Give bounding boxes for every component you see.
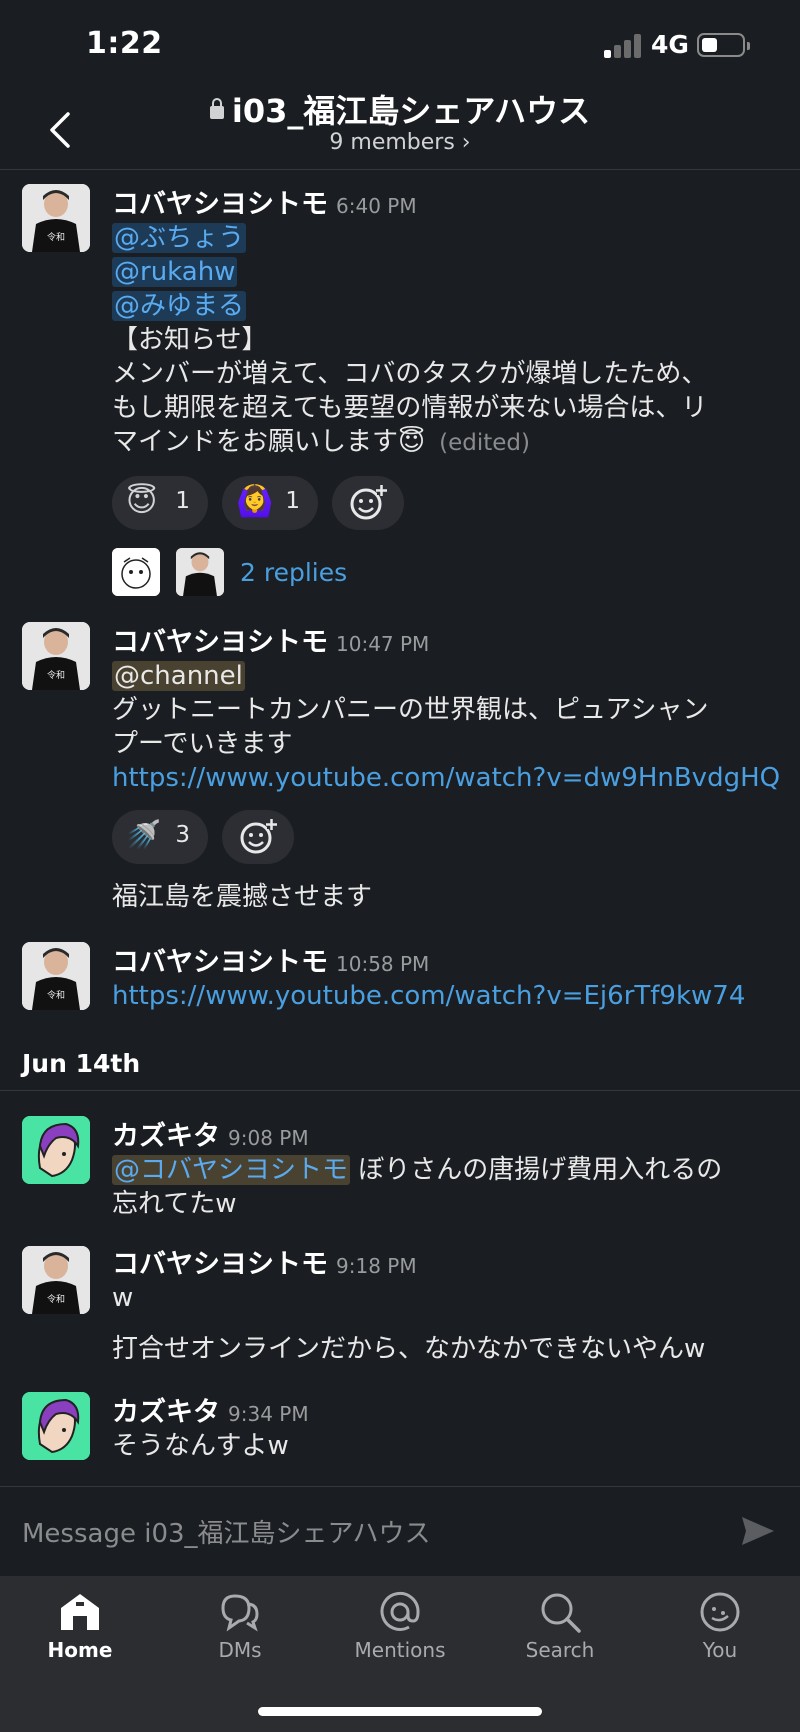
message-text: 福江島を震撼させます: [112, 882, 373, 912]
emoji-person-icon: 🙆‍♀️: [236, 484, 274, 519]
tab-search[interactable]: Search: [500, 1590, 620, 1662]
user-mention[interactable]: @rukahw: [112, 257, 238, 287]
svg-text:令和: 令和: [47, 231, 65, 243]
tab-you[interactable]: You: [660, 1590, 780, 1662]
you-icon: [700, 1592, 740, 1632]
replier-avatar: [176, 548, 224, 596]
lock-icon: [209, 98, 224, 119]
channel-title[interactable]: i03_福江島シェアハウス: [0, 86, 800, 132]
date-label: Jun 14th: [22, 1049, 141, 1078]
youtube-link[interactable]: https://www.youtube.com/watch?v=dw9HnBvd…: [112, 761, 782, 795]
dms-icon: [221, 1594, 259, 1632]
emoji-shower-icon: 🚿: [126, 818, 161, 851]
tab-label: DMs: [218, 1638, 262, 1662]
svg-text:令和: 令和: [47, 669, 65, 681]
replies-link[interactable]: 2 replies: [240, 558, 347, 587]
message-text: もし期限を超えても要望の情報が来ない場合は、リ: [112, 393, 708, 423]
author-name[interactable]: コバヤシヨシトモ: [112, 189, 328, 220]
avatar[interactable]: 令和: [22, 622, 90, 690]
avatar[interactable]: 令和: [22, 1246, 90, 1314]
network-type: 4G: [651, 30, 689, 59]
tab-label: Mentions: [354, 1638, 446, 1662]
channel-header: i03_福江島シェアハウス 9 members ›: [0, 80, 800, 170]
members-link[interactable]: 9 members ›: [0, 130, 800, 155]
message-text: ぼりさんの唐揚げ費用入れるの: [350, 1155, 723, 1185]
author-name[interactable]: コバヤシヨシトモ: [112, 1249, 328, 1280]
reaction-count: 1: [285, 488, 300, 514]
tab-label: Home: [47, 1638, 113, 1662]
timestamp: 9:34 PM: [228, 1402, 309, 1426]
date-divider: Jun 14th: [0, 1043, 800, 1091]
user-mention[interactable]: @ぶちょう: [112, 223, 247, 253]
message-text: 打合せオンラインだから、なかなかできないやんw: [112, 1334, 706, 1364]
tab-label: Search: [525, 1638, 595, 1662]
message-text: メンバーが増えて、コバのタスクが爆増したため、: [112, 359, 708, 389]
message-text: w: [112, 1283, 134, 1313]
at-icon: [380, 1591, 420, 1631]
battery-icon: [697, 33, 750, 57]
message-text: マインドをお願いします😇: [112, 427, 426, 457]
user-mention[interactable]: @みゆまる: [112, 291, 247, 321]
svg-text:令和: 令和: [47, 1293, 65, 1305]
reaction-pill[interactable]: 🙆‍♀️ 1: [222, 476, 318, 530]
author-name[interactable]: カズキタ: [112, 1397, 220, 1428]
replier-avatar: [112, 548, 160, 596]
channel-name: i03_福江島シェアハウス: [231, 92, 591, 130]
tab-home[interactable]: Home: [20, 1590, 140, 1662]
svg-text:令和: 令和: [47, 989, 65, 1001]
home-indicator[interactable]: [258, 1707, 542, 1716]
reaction-pill[interactable]: 🚿 3: [112, 810, 208, 864]
timestamp: 10:47 PM: [336, 632, 430, 656]
reaction-count: 1: [175, 488, 190, 514]
status-time: 1:22: [86, 26, 163, 61]
avatar[interactable]: [22, 1116, 90, 1184]
tab-mentions[interactable]: Mentions: [340, 1590, 460, 1662]
message-composer[interactable]: Message i03_福江島シェアハウス: [0, 1486, 800, 1576]
avatar[interactable]: [22, 1392, 90, 1460]
tab-dms[interactable]: DMs: [180, 1590, 300, 1662]
add-reaction-icon: [240, 819, 277, 854]
message-text: グットニートカンパニーの世界観は、ピュアシャン: [112, 695, 709, 725]
timestamp: 10:58 PM: [336, 952, 430, 976]
author-name[interactable]: コバヤシヨシトモ: [112, 627, 328, 658]
message-input[interactable]: Message i03_福江島シェアハウス: [22, 1513, 431, 1550]
add-reaction-icon: [350, 485, 387, 520]
search-icon: [541, 1593, 581, 1633]
status-bar: 1:22 4G: [0, 0, 800, 88]
timestamp: 6:40 PM: [336, 194, 417, 218]
edited-label: (edited): [439, 430, 530, 456]
send-icon[interactable]: [738, 1511, 778, 1551]
youtube-link[interactable]: https://www.youtube.com/watch?v=Ej6rTf9k…: [112, 979, 782, 1013]
emoji-halo-icon: 😇: [126, 484, 158, 519]
timestamp: 9:18 PM: [336, 1254, 417, 1278]
avatar[interactable]: 令和: [22, 184, 90, 252]
avatar[interactable]: 令和: [22, 942, 90, 1010]
author-name[interactable]: コバヤシヨシトモ: [112, 947, 328, 978]
author-name[interactable]: カズキタ: [112, 1121, 220, 1152]
signal-icon: [604, 34, 644, 58]
message-text: プーでいきます: [112, 729, 293, 759]
timestamp: 9:08 PM: [228, 1126, 309, 1150]
add-reaction-button[interactable]: [222, 810, 294, 864]
reaction-pill[interactable]: 😇 1: [112, 476, 208, 530]
message-text: そうなんすよw: [112, 1431, 289, 1461]
add-reaction-button[interactable]: [332, 476, 404, 530]
reaction-count: 3: [175, 822, 190, 848]
home-icon: [61, 1594, 99, 1630]
user-mention[interactable]: @コバヤシヨシトモ: [112, 1155, 351, 1185]
message-text: 忘れてたw: [112, 1189, 237, 1219]
message-text: 【お知らせ】: [112, 325, 268, 355]
channel-mention[interactable]: @channel: [112, 661, 245, 691]
tab-label: You: [702, 1638, 738, 1662]
